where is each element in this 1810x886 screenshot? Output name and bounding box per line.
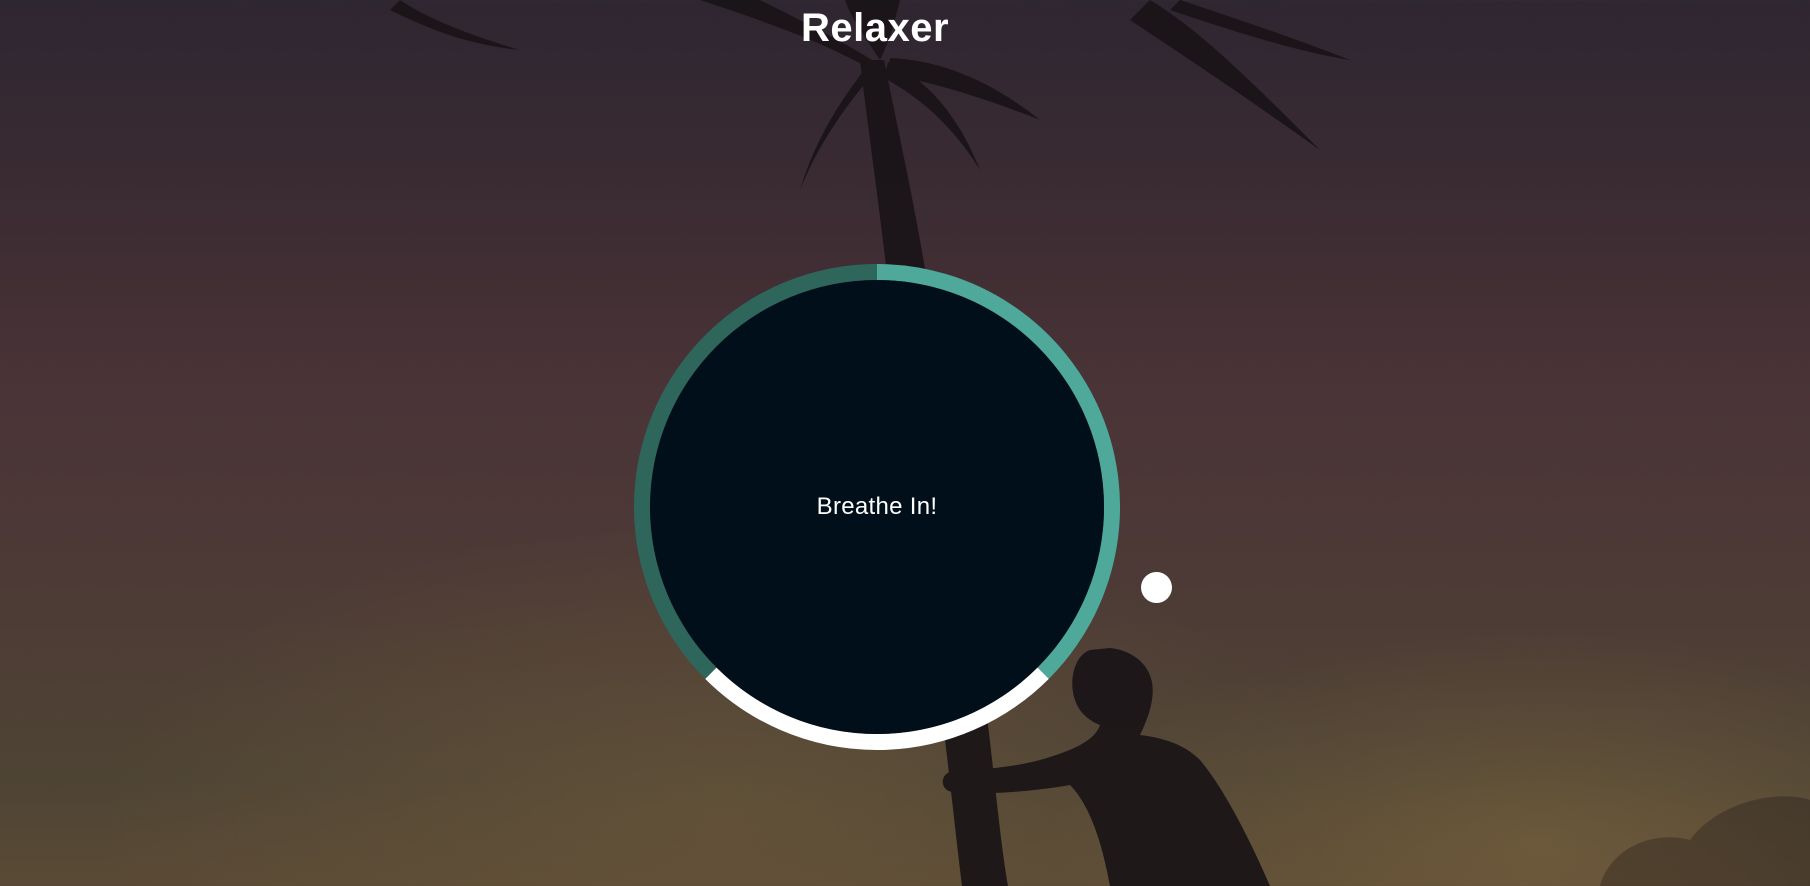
breathing-pointer-dot — [1141, 572, 1172, 603]
page-title: Relaxer — [800, 6, 950, 50]
breathing-instruction-text: Breathe In! — [816, 493, 938, 520]
breathing-instruction: Breathe In! — [650, 280, 1104, 734]
